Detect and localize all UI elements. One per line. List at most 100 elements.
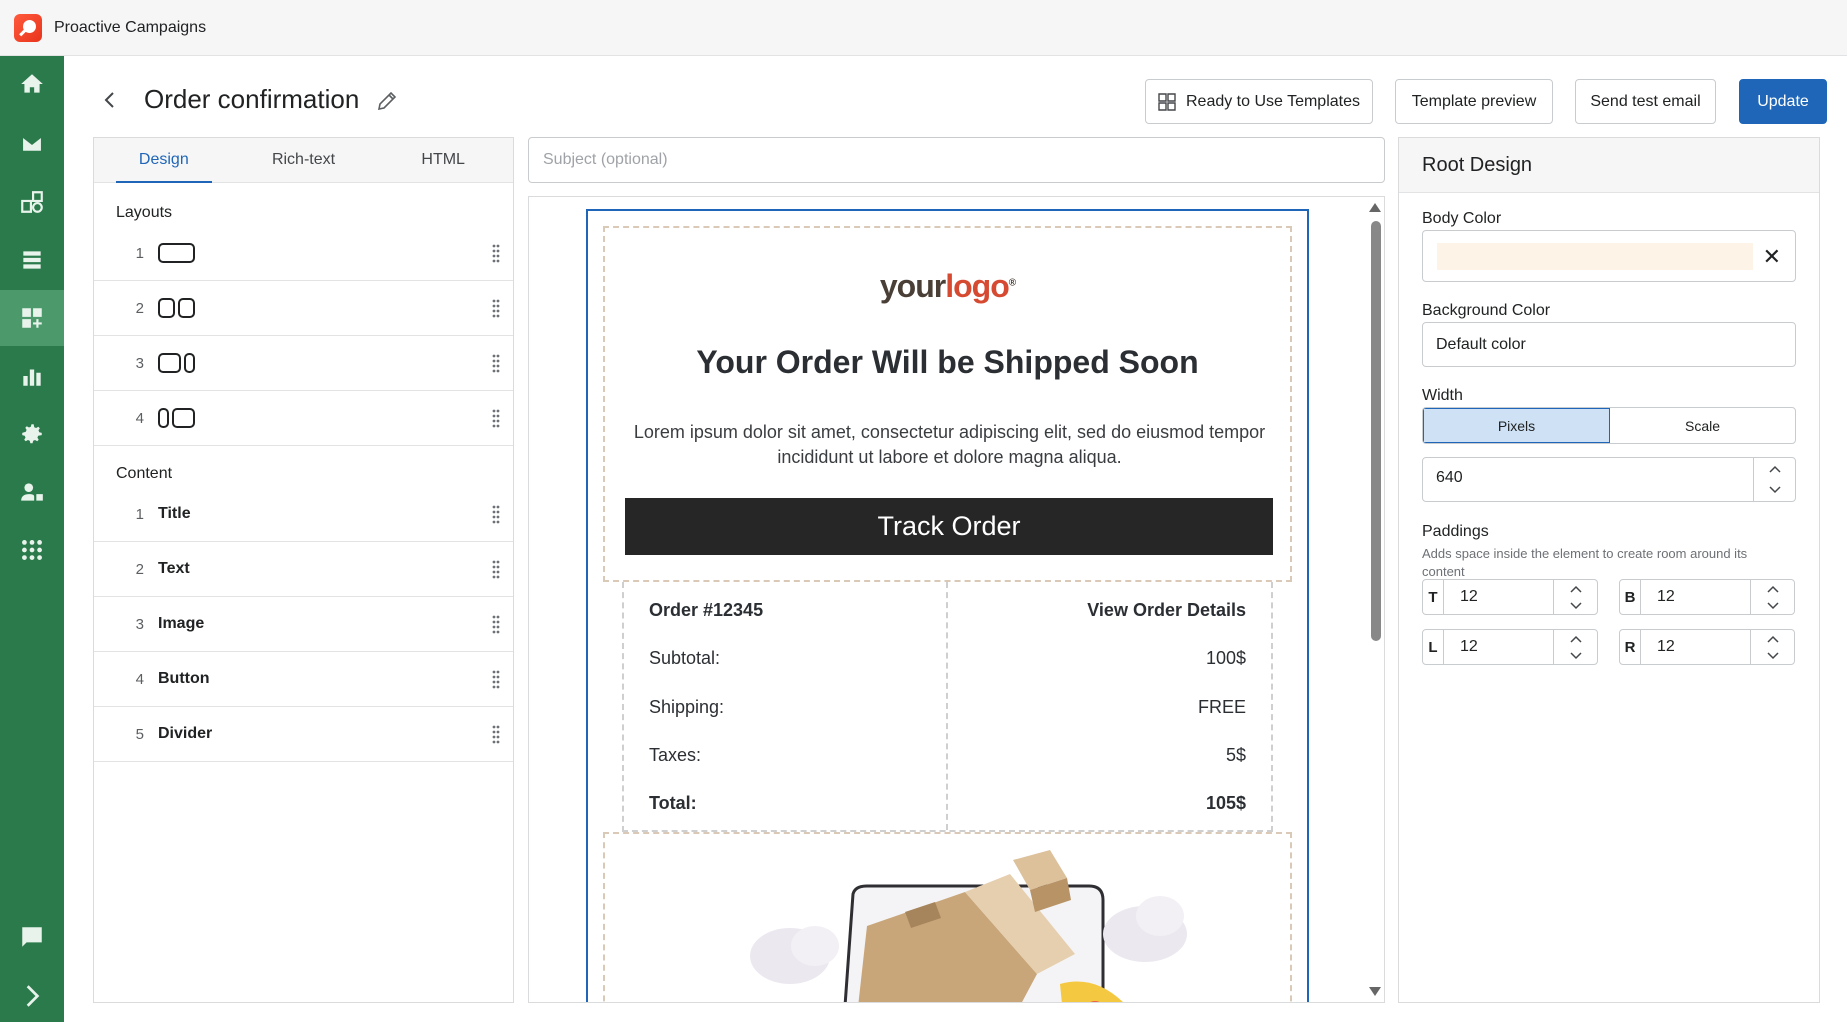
tab-design[interactable]: Design xyxy=(94,138,234,183)
drag-handle-icon[interactable] xyxy=(491,559,501,579)
email-title[interactable]: Your Order Will be Shipped Soon xyxy=(605,344,1290,381)
drag-handle-icon[interactable] xyxy=(491,298,501,318)
scroll-down-arrow-icon[interactable] xyxy=(1369,987,1381,996)
chevron-up-icon[interactable] xyxy=(1751,580,1794,597)
tab-rich-text[interactable]: Rich-text xyxy=(234,138,374,182)
layout-one-column-icon xyxy=(158,243,195,263)
chevron-down-icon[interactable] xyxy=(1751,647,1794,664)
chevron-up-icon[interactable] xyxy=(1754,458,1795,480)
shapes-icon[interactable] xyxy=(0,174,64,230)
content-item[interactable]: 3 Image xyxy=(94,597,513,652)
drag-handle-icon[interactable] xyxy=(491,504,501,524)
send-test-email-button[interactable]: Send test email xyxy=(1575,79,1716,124)
home-icon[interactable] xyxy=(0,56,64,112)
width-input[interactable]: 640 xyxy=(1422,457,1796,502)
scrollbar-thumb[interactable] xyxy=(1371,221,1381,641)
paddings-label: Paddings xyxy=(1422,523,1489,540)
drag-handle-icon[interactable] xyxy=(491,243,501,263)
track-order-button[interactable]: Track Order xyxy=(625,498,1273,555)
background-color-field[interactable]: Default color xyxy=(1422,322,1796,367)
panel-title: Root Design xyxy=(1399,138,1819,193)
order-labels-column: Order #12345 Subtotal: Shipping: Taxes: … xyxy=(624,582,948,830)
layout-item[interactable]: 4 xyxy=(94,391,513,446)
email-text[interactable]: Lorem ipsum dolor sit amet, consectetur … xyxy=(629,420,1270,470)
chat-icon[interactable] xyxy=(0,909,64,965)
chevron-down-icon[interactable] xyxy=(1751,597,1794,614)
email-logo: yourlogo® xyxy=(879,268,1016,304)
layout-item[interactable]: 2 xyxy=(94,281,513,336)
edit-pencil-icon[interactable] xyxy=(376,90,398,112)
order-number: Order #12345 xyxy=(649,600,764,620)
add-widget-icon[interactable] xyxy=(0,290,64,346)
body-color-field[interactable]: ✕ xyxy=(1422,230,1796,282)
body-color-label: Body Color xyxy=(1422,210,1502,227)
order-row-value: FREE xyxy=(1197,697,1246,717)
tab-html[interactable]: HTML xyxy=(373,138,513,182)
view-order-details-link[interactable]: View Order Details xyxy=(1087,600,1246,621)
drag-handle-icon[interactable] xyxy=(491,353,501,373)
templates-grid-icon xyxy=(1158,92,1176,111)
back-button[interactable] xyxy=(98,88,122,112)
layout-item[interactable]: 3 xyxy=(94,336,513,391)
width-mode-toggle: Pixels Scale xyxy=(1422,407,1796,444)
layers-icon[interactable] xyxy=(0,232,64,288)
chevron-down-icon[interactable] xyxy=(1554,597,1597,614)
canvas-scrollbar[interactable] xyxy=(1366,197,1384,1002)
chevron-right-icon[interactable] xyxy=(0,968,64,1022)
scroll-up-arrow-icon[interactable] xyxy=(1369,203,1381,212)
padding-left-stepper xyxy=(1553,630,1597,664)
chevron-left-icon xyxy=(104,92,114,108)
order-summary-table[interactable]: Order #12345 Subtotal: Shipping: Taxes: … xyxy=(622,582,1273,832)
drag-handle-icon[interactable] xyxy=(491,724,501,744)
chevron-down-icon[interactable] xyxy=(1554,647,1597,664)
bar-chart-icon[interactable] xyxy=(0,348,64,404)
content-heading: Content xyxy=(116,465,173,482)
subject-input[interactable]: Subject (optional) xyxy=(528,137,1385,183)
width-mode-pixels[interactable]: Pixels xyxy=(1423,408,1610,443)
email-canvas: yourlogo® Your Order Will be Shipped Soo… xyxy=(528,196,1385,1003)
content-item[interactable]: 2 Text xyxy=(94,542,513,597)
padding-top-input[interactable]: T 12 xyxy=(1422,579,1598,615)
chevron-up-icon[interactable] xyxy=(1554,580,1597,597)
content-item[interactable]: 5 Divider xyxy=(94,707,513,762)
user-lock-icon[interactable] xyxy=(0,464,64,520)
chevron-up-icon[interactable] xyxy=(1751,630,1794,647)
close-icon[interactable]: ✕ xyxy=(1763,244,1781,270)
order-row-label: Shipping: xyxy=(649,697,725,717)
mail-icon[interactable] xyxy=(0,116,64,172)
template-preview-button[interactable]: Template preview xyxy=(1395,79,1553,124)
header-block[interactable]: yourlogo® Your Order Will be Shipped Soo… xyxy=(603,226,1292,582)
layout-wide-narrow-icon xyxy=(158,353,195,373)
width-stepper xyxy=(1753,458,1795,501)
content-item[interactable]: 4 Button xyxy=(94,652,513,707)
apps-grid-icon[interactable] xyxy=(0,522,64,578)
order-row-value: 100$ xyxy=(1205,648,1246,668)
delivery-box-illustration xyxy=(750,850,1187,1002)
order-row-value: 105$ xyxy=(1205,793,1246,813)
email-body[interactable]: yourlogo® Your Order Will be Shipped Soo… xyxy=(586,209,1309,1002)
update-button[interactable]: Update xyxy=(1739,79,1827,124)
ready-templates-button[interactable]: Ready to Use Templates xyxy=(1145,79,1373,124)
content-item[interactable]: 1 Title xyxy=(94,487,513,542)
chevron-down-icon[interactable] xyxy=(1754,480,1795,502)
image-block[interactable] xyxy=(603,832,1292,1002)
editor-tabs: Design Rich-text HTML xyxy=(94,138,513,183)
background-color-label: Background Color xyxy=(1422,302,1551,319)
gear-icon[interactable] xyxy=(0,406,64,462)
padding-right-input[interactable]: R 12 xyxy=(1619,629,1795,665)
app-logo-icon xyxy=(14,13,42,42)
layouts-heading: Layouts xyxy=(116,204,173,221)
drag-handle-icon[interactable] xyxy=(491,669,501,689)
padding-left-input[interactable]: L 12 xyxy=(1422,629,1598,665)
paddings-hint: Adds space inside the element to create … xyxy=(1422,546,1748,579)
drag-handle-icon[interactable] xyxy=(491,614,501,634)
order-row-label: Total: xyxy=(649,793,697,813)
width-mode-scale[interactable]: Scale xyxy=(1610,408,1795,443)
drag-handle-icon[interactable] xyxy=(491,408,501,428)
padding-bottom-input[interactable]: B 12 xyxy=(1619,579,1795,615)
layout-item[interactable]: 1 xyxy=(94,226,513,281)
body-color-swatch[interactable] xyxy=(1437,243,1753,270)
order-values-column: View Order Details 100$ FREE 5$ 105$ xyxy=(948,582,1272,830)
chevron-up-icon[interactable] xyxy=(1554,630,1597,647)
padding-bottom-stepper xyxy=(1750,580,1794,614)
